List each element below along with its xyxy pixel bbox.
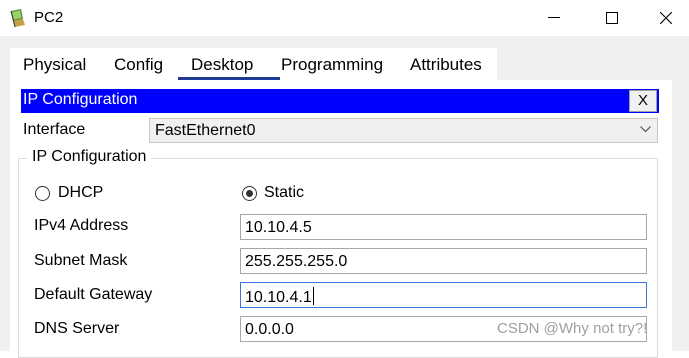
scrollbar[interactable] — [672, 76, 689, 351]
ip-config-title: IP Configuration — [23, 91, 138, 108]
ip-config-header: IP Configuration — [21, 89, 659, 113]
subnet-label: Subnet Mask — [34, 252, 128, 269]
group-title: IP Configuration — [27, 148, 152, 166]
ipv4-label: IPv4 Address — [34, 217, 129, 234]
title-bar: PC2 — [0, 0, 689, 36]
tab-attributes[interactable]: Attributes — [410, 55, 482, 75]
subnet-mask-input[interactable]: 255.255.255.0 — [240, 248, 647, 274]
maximize-icon — [606, 12, 618, 24]
tab-config[interactable]: Config — [114, 55, 163, 75]
dns-label: DNS Server — [34, 320, 120, 337]
dhcp-label[interactable]: DHCP — [58, 184, 103, 202]
gateway-value-wrap: 10.10.4.1 — [245, 287, 314, 307]
minimize-button[interactable] — [531, 0, 577, 36]
text-caret — [312, 287, 314, 305]
window-title: PC2 — [34, 9, 64, 26]
dns-value: 0.0.0.0 — [245, 321, 294, 338]
interface-select[interactable]: FastEthernet0 — [149, 118, 658, 143]
default-gateway-input[interactable]: 10.10.4.1 — [240, 282, 647, 308]
ip-config-close-button[interactable]: X — [629, 90, 657, 112]
chevron-down-icon — [640, 126, 651, 133]
tab-desktop[interactable]: Desktop — [191, 55, 253, 75]
static-radio[interactable] — [242, 186, 257, 201]
gateway-label: Default Gateway — [34, 286, 153, 303]
minimize-icon — [548, 17, 560, 18]
tab-physical[interactable]: Physical — [23, 55, 86, 75]
radio-selected-dot — [246, 190, 253, 197]
interface-label: Interface — [23, 121, 86, 138]
ipv4-value: 10.10.4.5 — [245, 219, 312, 236]
ipv4-address-input[interactable]: 10.10.4.5 — [240, 214, 647, 240]
maximize-button[interactable] — [589, 0, 635, 36]
static-label[interactable]: Static — [264, 184, 304, 202]
subnet-value: 255.255.255.0 — [245, 253, 348, 270]
close-icon — [660, 12, 672, 24]
watermark: CSDN @Why not try?! — [497, 320, 648, 337]
dhcp-radio[interactable] — [35, 186, 50, 201]
tab-programming[interactable]: Programming — [281, 55, 383, 75]
gateway-value: 10.10.4.1 — [245, 289, 312, 306]
interface-value: FastEthernet0 — [155, 122, 256, 139]
tab-strip: Physical Config Desktop Programming Attr… — [10, 48, 497, 80]
close-window-button[interactable] — [643, 0, 689, 36]
pc-icon — [9, 8, 29, 28]
